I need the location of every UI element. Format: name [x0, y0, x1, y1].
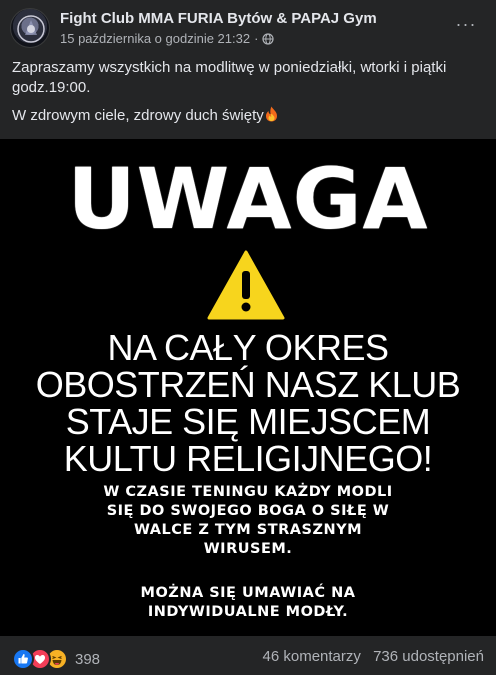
image-sub-message: W CZASIE TENINGU KAŻDY MODLI SIĘ DO SWOJ… — [0, 483, 496, 559]
post-header: Fight Club MMA FURIA Bytów & PAPAJ Gym 1… — [0, 0, 496, 56]
page-name-link[interactable]: Fight Club MMA FURIA Bytów & PAPAJ Gym — [60, 10, 377, 27]
reaction-count: 398 — [75, 650, 101, 668]
post-text-line-2-wrap: W zdrowym ciele, zdrowy duch święty — [12, 106, 484, 126]
facebook-post: Fight Club MMA FURIA Bytów & PAPAJ Gym 1… — [0, 0, 496, 675]
fire-emoji-icon — [265, 106, 277, 122]
sub-message-line: W CZASIE TENINGU KAŻDY MODLI — [103, 484, 393, 500]
post-text-line-2: W zdrowym ciele, zdrowy duch święty — [12, 107, 264, 124]
image-main-message: NA CAŁY OKRES OBOSTRZEŃ NASZ KLUB STAJE … — [0, 329, 496, 477]
avatar-emblem-icon — [17, 15, 45, 43]
sub-message-line: WIRUSEM. — [203, 541, 293, 557]
reactions-summary[interactable]: 398 — [12, 648, 100, 670]
more-options-button[interactable]: ··· — [450, 12, 482, 36]
main-message-line: NA CAŁY OKRES — [107, 327, 389, 368]
appointment-message-line: INDYWIDUALNE MODŁY. — [147, 604, 349, 620]
meta-separator: · — [254, 31, 259, 46]
engagement-stats: 46 komentarzy 736 udostępnień — [263, 648, 485, 665]
page-avatar[interactable] — [10, 8, 50, 48]
post-timestamp[interactable]: 15 października o godzinie 21:32 — [60, 31, 250, 46]
like-icon — [12, 648, 34, 670]
comments-count-link[interactable]: 46 komentarzy — [263, 648, 361, 665]
post-footer: 398 46 komentarzy 736 udostępnień — [0, 636, 496, 675]
image-headline: UWAGA — [67, 150, 429, 248]
image-appointment-message: MOŻNA SIĘ UMAWIAĆ NA INDYWIDUALNE MODŁY. — [0, 584, 496, 622]
main-message-line: STAJE SIĘ MIEJSCEM — [65, 401, 431, 442]
globe-icon — [262, 32, 275, 45]
sub-message-line: WALCE Z TYM STRASZNYM — [133, 522, 363, 538]
post-text-line-1: Zapraszamy wszystkich na modlitwę w poni… — [12, 59, 447, 96]
post-text: Zapraszamy wszystkich na modlitwę w poni… — [12, 58, 484, 134]
post-image[interactable]: UWAGA NA CAŁY OKRES OBOSTRZEŃ NASZ KLUB … — [0, 139, 496, 636]
shares-count-link[interactable]: 736 udostępnień — [373, 648, 484, 665]
sub-message-line: SIĘ DO SWOJEGO BOGA O SIŁĘ W — [106, 503, 390, 519]
main-message-line: KULTU RELIGIJNEGO! — [63, 438, 433, 479]
warning-triangle-icon — [207, 250, 285, 320]
appointment-message-line: MOŻNA SIĘ UMAWIAĆ NA — [140, 585, 356, 601]
post-meta: 15 października o godzinie 21:32 · — [60, 31, 275, 46]
main-message-line: OBOSTRZEŃ NASZ KLUB — [35, 364, 461, 405]
